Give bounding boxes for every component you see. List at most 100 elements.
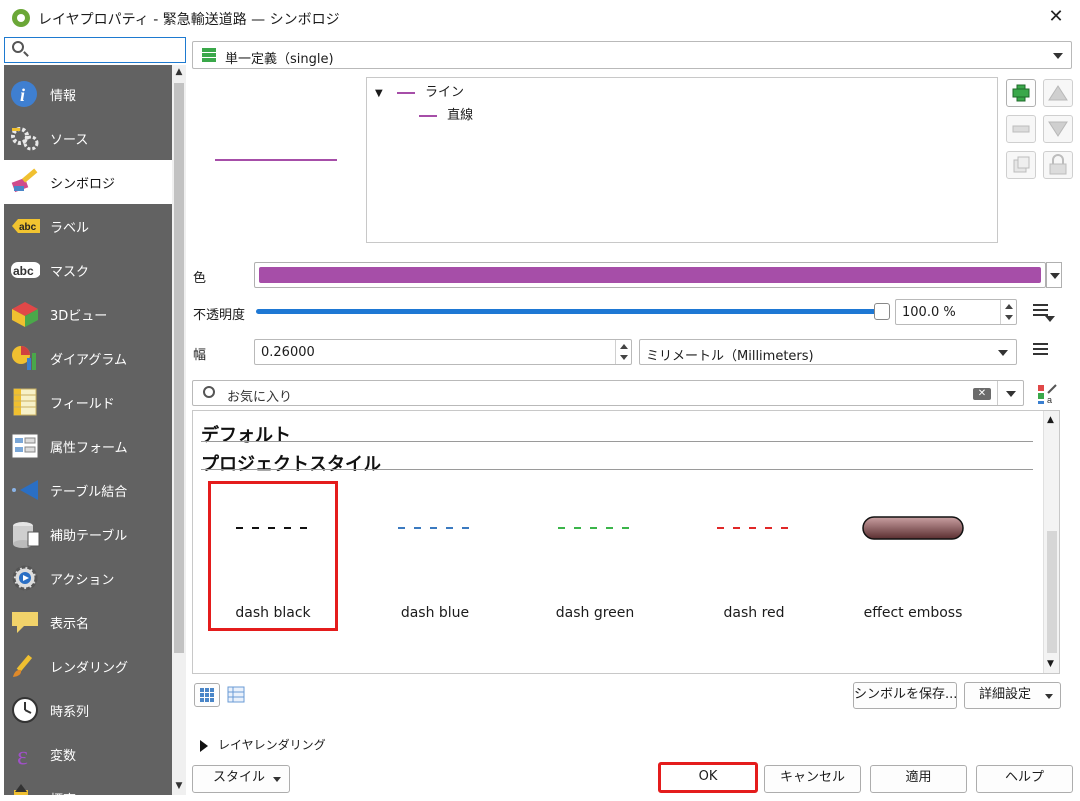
joins-icon	[10, 476, 40, 504]
sidebar-item-temporal[interactable]: 時系列	[4, 688, 172, 732]
attribute-form-icon	[10, 432, 40, 460]
sidebar-item-labels[interactable]: abc ラベル	[4, 204, 172, 248]
sidebar-item-actions[interactable]: アクション	[4, 556, 172, 600]
data-defined-override-icon[interactable]	[1030, 340, 1054, 362]
list-view-button[interactable]	[226, 685, 246, 709]
style-button[interactable]: スタイル	[192, 765, 290, 793]
qgis-logo-icon	[12, 9, 30, 27]
symbol-dash-red[interactable]: dash red	[689, 481, 819, 631]
library-search-input[interactable]: お気に入り ✕	[192, 380, 1024, 406]
variables-icon: ε	[10, 740, 40, 770]
symbology-icon	[10, 168, 40, 196]
sidebar-scrollbar[interactable]: ▲ ▼	[172, 65, 186, 795]
close-button[interactable]: ✕	[1045, 6, 1067, 28]
sidebar-item-attribute-form[interactable]: 属性フォーム	[4, 424, 172, 468]
duplicate-symbol-layer-button[interactable]	[1006, 151, 1036, 179]
scroll-down-icon[interactable]: ▼	[173, 781, 185, 793]
scroll-down-icon[interactable]: ▼	[1047, 659, 1054, 669]
opacity-slider-handle[interactable]	[874, 303, 890, 320]
move-down-button[interactable]	[1043, 115, 1073, 143]
symbol-effect-emboss[interactable]: effect emboss	[848, 481, 978, 631]
temporal-icon	[10, 696, 40, 724]
width-spinbox[interactable]: 0.26000	[254, 339, 632, 365]
unit-select[interactable]: ミリメートル（Millimeters)	[639, 339, 1017, 365]
search-dropdown-button[interactable]	[997, 381, 1023, 405]
svg-text:a: a	[1047, 395, 1052, 405]
grid-view-icon	[200, 688, 214, 702]
chevron-down-icon	[273, 777, 281, 782]
dash-red-swatch	[717, 527, 788, 529]
dash-green-swatch	[558, 527, 629, 529]
sidebar-search-input[interactable]	[4, 37, 186, 63]
save-symbol-button[interactable]: シンボルを保存...	[853, 682, 957, 709]
window-title: レイヤプロパティ - 緊急輸送道路 — シンボロジ	[38, 12, 340, 28]
icon-view-button[interactable]	[194, 683, 220, 707]
sidebar-item-rendering[interactable]: レンダリング	[4, 644, 172, 688]
symbol-dash-green[interactable]: dash green	[530, 481, 660, 631]
renderer-select[interactable]: 単一定義（single)	[192, 41, 1072, 69]
scroll-up-icon[interactable]: ▲	[173, 67, 185, 79]
dash-black-swatch	[236, 527, 307, 529]
chevron-down-icon	[1053, 53, 1063, 59]
add-symbol-layer-button[interactable]	[1006, 79, 1036, 107]
spin-arrows-icon[interactable]	[615, 340, 631, 364]
move-up-button[interactable]	[1043, 79, 1073, 107]
style-manager-icon[interactable]: a	[1036, 383, 1058, 409]
sidebar: i 情報 ソース シンボロジ abc ラベル abc マスク 3Dビュー ダイア…	[4, 65, 172, 795]
sidebar-item-joins[interactable]: テーブル結合	[4, 468, 172, 512]
sidebar-item-variables[interactable]: ε 変数	[4, 732, 172, 776]
chevron-down-icon	[998, 350, 1008, 356]
svg-text:ε: ε	[17, 741, 28, 768]
help-button[interactable]: ヘルプ	[976, 765, 1073, 793]
sidebar-item-3d-view[interactable]: 3Dビュー	[4, 292, 172, 336]
title-bar: レイヤプロパティ - 緊急輸送道路 — シンボロジ ✕	[0, 0, 1080, 36]
arrow-up-icon	[1048, 85, 1068, 101]
sidebar-item-symbology[interactable]: シンボロジ	[4, 160, 172, 204]
layer-rendering-toggle[interactable]: レイヤレンダリング	[200, 736, 326, 753]
sidebar-item-info[interactable]: i 情報	[4, 72, 172, 116]
tree-root-row[interactable]: ▼ ライン	[375, 81, 464, 103]
rendering-icon	[10, 652, 40, 680]
sidebar-scroll-thumb[interactable]	[174, 83, 184, 653]
mask-icon: abc	[10, 256, 41, 284]
opacity-label: 不透明度	[193, 308, 246, 323]
color-dropdown-button[interactable]	[1046, 262, 1062, 288]
expand-arrow-icon[interactable]: ▼	[375, 88, 383, 99]
sidebar-item-mask[interactable]: abc マスク	[4, 248, 172, 292]
remove-symbol-layer-button[interactable]	[1006, 115, 1036, 143]
plus-icon	[1012, 84, 1030, 102]
library-scroll-thumb[interactable]	[1047, 531, 1057, 653]
sidebar-item-fields[interactable]: フィールド	[4, 380, 172, 424]
minus-icon	[1012, 125, 1030, 133]
apply-button[interactable]: 適用	[870, 765, 967, 793]
lock-color-button[interactable]	[1043, 151, 1073, 179]
width-label: 幅	[193, 348, 207, 363]
list-view-icon	[227, 686, 245, 703]
sidebar-item-auxiliary-storage[interactable]: 補助テーブル	[4, 512, 172, 556]
3d-view-icon	[10, 300, 40, 328]
opacity-spinbox[interactable]: 100.0 %	[895, 299, 1017, 325]
ok-button[interactable]: OK	[658, 762, 758, 793]
symbol-dash-blue[interactable]: dash blue	[370, 481, 500, 631]
tree-child-row[interactable]: 直線	[419, 104, 473, 126]
clear-icon[interactable]: ✕	[973, 388, 991, 400]
sidebar-item-elevation[interactable]: 標高	[4, 776, 172, 795]
color-button[interactable]	[254, 262, 1046, 288]
library-scrollbar[interactable]: ▲ ▼	[1043, 411, 1059, 673]
scroll-up-icon[interactable]: ▲	[1047, 415, 1054, 425]
divider	[201, 469, 1033, 470]
cancel-button[interactable]: キャンセル	[764, 765, 861, 793]
data-defined-override-icon[interactable]	[1030, 301, 1055, 323]
spin-arrows-icon[interactable]	[1000, 300, 1016, 324]
sidebar-item-display[interactable]: 表示名	[4, 600, 172, 644]
expand-right-icon	[200, 739, 208, 752]
symbol-dash-black[interactable]: dash black	[208, 481, 338, 631]
svg-text:abc: abc	[13, 264, 34, 278]
sidebar-item-source[interactable]: ソース	[4, 116, 172, 160]
opacity-slider-track[interactable]	[256, 309, 882, 314]
actions-icon	[10, 564, 40, 592]
advanced-button[interactable]: 詳細設定	[964, 682, 1061, 709]
sidebar-item-diagram[interactable]: ダイアグラム	[4, 336, 172, 380]
symbol-library: デフォルト プロジェクトスタイル dash black dash blue da…	[192, 410, 1060, 674]
display-icon	[10, 608, 40, 636]
